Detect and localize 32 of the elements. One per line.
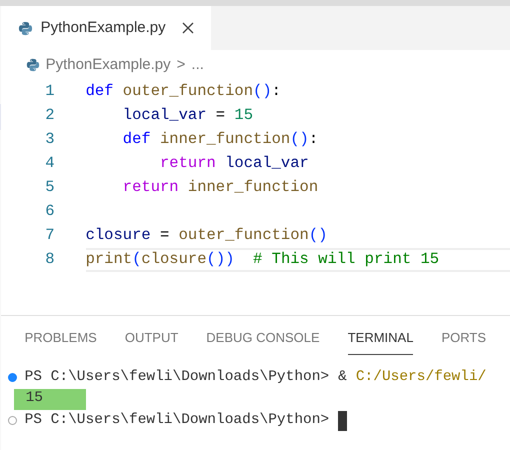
line-number: 8 [44, 249, 55, 270]
breadcrumb-more[interactable]: ... [191, 54, 204, 76]
terminal-path: C:/Users/fewli/ [356, 368, 486, 387]
code-line: def inner_function(): [122, 129, 320, 150]
code-line: closure = outer_function() [86, 225, 328, 246]
code-line: print(closure()) # This will print 15 [86, 248, 510, 272]
line-number: 7 [44, 225, 55, 246]
panel-tab[interactable]: PROBLEMS [24, 328, 97, 354]
code-line: def outer_function(): [86, 81, 282, 102]
terminal-prompt: PS C:\Users\fewli\Downloads\Python> [24, 410, 330, 430]
code-line: local_var = 15 [122, 105, 254, 126]
terminal-output: 15 [14, 388, 86, 410]
line-number: 5 [44, 177, 55, 198]
editor-tab[interactable]: PythonExample.py [0, 6, 211, 50]
python-icon [26, 58, 40, 72]
terminal-prompt: PS C:\Users\fewli\Downloads\Python> [24, 368, 330, 387]
line-number: 4 [44, 153, 55, 174]
close-icon[interactable] [182, 22, 194, 34]
breadcrumb-separator: > [176, 54, 186, 75]
line-number: 3 [44, 129, 55, 150]
panel-tab[interactable]: TERMINAL [348, 328, 414, 354]
code-line: return local_var [158, 153, 310, 174]
line-number: 6 [44, 201, 55, 222]
breadcrumb-file[interactable]: PythonExample.py [46, 54, 171, 76]
panel-tab[interactable]: PORTS [441, 328, 486, 354]
code-line: return inner_function [122, 177, 320, 198]
panel-tab[interactable]: OUTPUT [124, 328, 178, 354]
panel-tab[interactable]: DEBUG CONSOLE [206, 328, 320, 354]
line-number: 2 [44, 105, 55, 126]
terminal-command: & [338, 368, 347, 387]
line-number: 1 [44, 81, 55, 102]
python-icon [18, 20, 33, 36]
